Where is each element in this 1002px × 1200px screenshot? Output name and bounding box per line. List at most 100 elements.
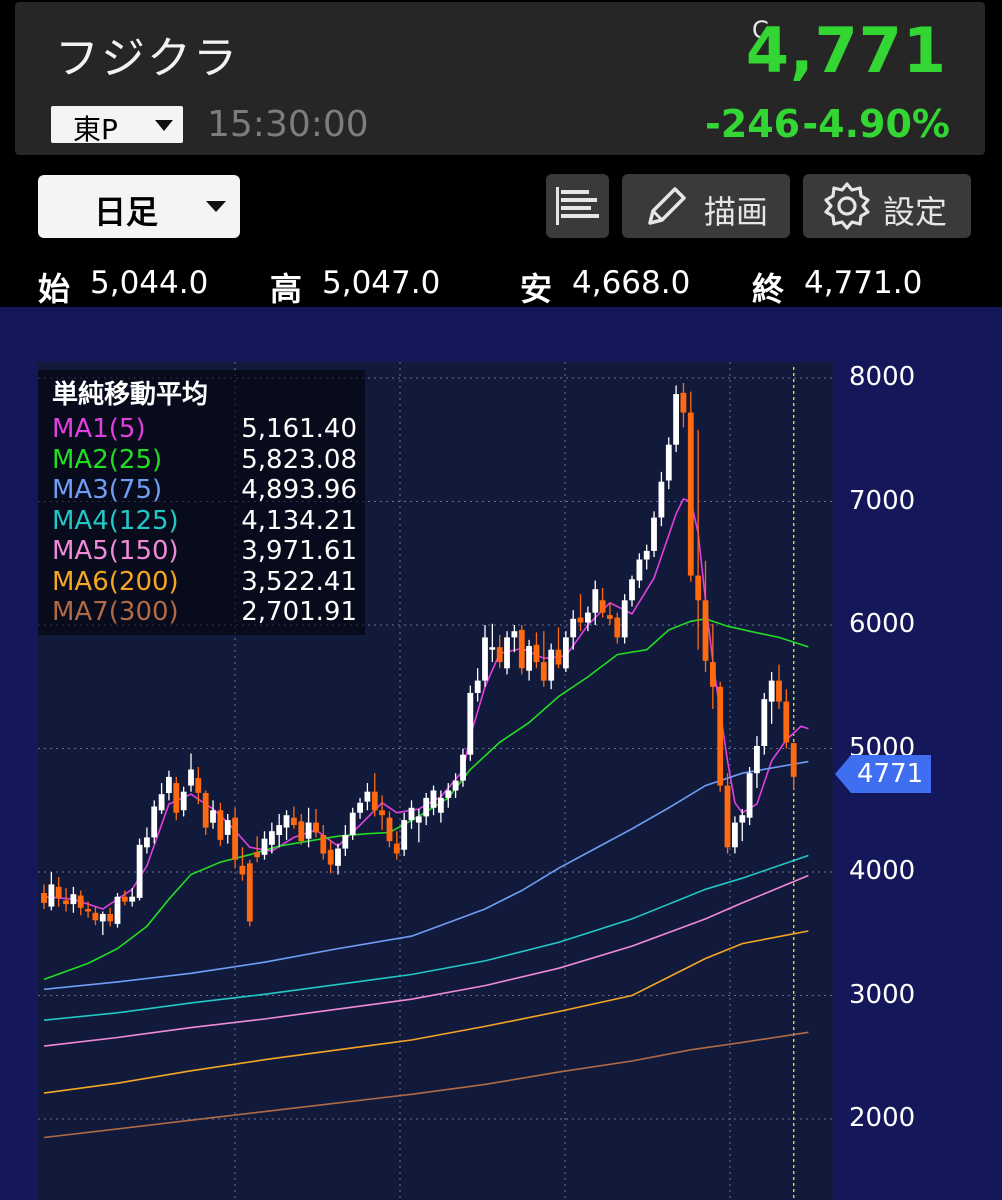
candle [63,900,69,905]
settings-button[interactable]: 設定 [803,174,971,238]
candle [761,699,768,746]
candle [41,893,47,903]
close-label: 終 [752,270,785,308]
current-price: 4,771 [745,14,947,87]
candle [320,835,327,854]
candle [438,797,444,813]
candle [92,912,99,921]
candle [607,615,613,619]
candle [85,909,91,912]
candle [144,837,150,848]
candle [548,649,555,681]
candle [269,831,275,845]
legend-item-value: 4,893.96 [241,475,357,505]
candle [129,896,136,902]
candle [585,612,591,623]
close-value: 4,771.0 [804,265,923,301]
candle [188,769,194,786]
caret-down-icon [206,201,226,212]
pencil-icon [648,187,686,225]
candle [452,780,459,791]
timestamp: 15:30:00 [207,104,369,145]
candle [173,783,180,813]
candle [790,743,797,777]
candle [614,617,621,638]
legend-item: MA4(125) 4,134.21 [52,506,357,536]
candle [665,444,672,481]
candle [202,793,209,828]
candle [166,776,172,793]
legend-item: MA7(300) 2,701.91 [52,597,357,627]
candle [254,852,260,858]
open-label: 始 [38,270,71,308]
candle [768,680,775,702]
candle [180,791,187,811]
candle [283,815,290,828]
candle [239,865,246,875]
candle [702,600,709,661]
period-select[interactable]: 日足 [38,175,240,238]
legend-item: MA2(25) 5,823.08 [52,445,357,475]
candle [599,600,606,613]
high-value: 5,047.0 [322,265,441,301]
candle [460,754,466,781]
candle [136,844,143,898]
last-price-tag: 4771 [835,755,931,793]
candle [592,589,599,613]
candlestick-chart[interactable]: 単純移動平均 MA1(5) 5,161.40 MA2(25) 5,823.08 MA3(… [0,307,1002,1200]
candle [651,517,657,551]
candle [695,575,702,601]
candle [371,791,378,811]
candle [291,817,297,826]
candle [379,810,385,816]
legend-item: MA1(5) 5,161.40 [52,414,357,444]
low-value: 4,668.0 [572,265,691,301]
candle [776,680,782,702]
legend-item-value: 4,134.21 [241,505,357,536]
candle [739,815,746,823]
candle [474,680,481,693]
legend-item-value: 5,823.08 [241,444,357,475]
legend-item-value: 3,971.61 [241,536,357,566]
candle [327,849,334,865]
candle [526,646,532,671]
legend-item-value: 2,701.91 [241,597,357,627]
candle [680,392,687,413]
candle [246,863,253,922]
y-axis-tick: 8000 [849,362,916,392]
candle [732,822,738,848]
candle [48,884,55,907]
candle [70,894,77,905]
candle [754,746,760,774]
market-select[interactable]: 東P [51,106,183,146]
candle [158,794,165,811]
legend-item: MA5(150) 3,971.61 [52,536,357,566]
candle [349,812,356,835]
candle [467,692,474,755]
candle [408,807,415,821]
y-axis-tick: 3000 [849,979,916,1010]
candle [386,817,393,842]
legend-title: 単純移動平均 [52,380,209,410]
draw-label: 描画 [704,193,769,231]
legend-item-name: MA2(25) [52,444,163,475]
candle [313,822,319,833]
candle [504,637,510,669]
high-label: 高 [270,270,303,308]
legend-item-name: MA4(125) [52,505,179,536]
candle [195,778,202,793]
legend-item: MA6(200) 3,522.41 [52,567,357,597]
candle [232,817,238,860]
y-axis-tick: 7000 [849,485,916,516]
caret-down-icon [155,120,173,131]
draw-button[interactable]: 描画 [622,174,790,238]
candle [533,644,540,663]
candle [621,600,628,638]
list-button[interactable] [546,174,609,238]
candle [55,886,62,898]
stock-name: フジクラ [55,33,239,84]
candle [746,773,753,818]
legend-item-name: MA5(150) [52,536,179,566]
ohlc-row: 始 5,044.0 高 5,047.0 安 4,668.0 終 4,771.0 [0,258,1002,308]
legend-item-name: MA1(5) [52,414,146,444]
